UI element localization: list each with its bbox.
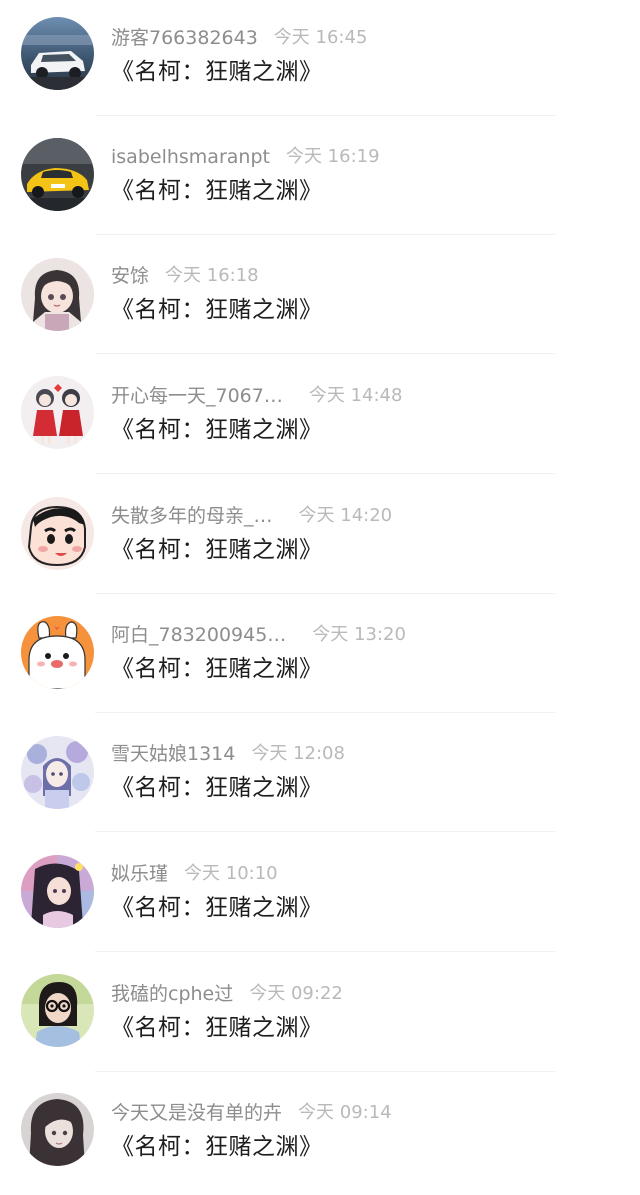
username[interactable]: 我磕的cphe过 (111, 978, 233, 1010)
avatar[interactable] (21, 736, 94, 809)
divider (95, 593, 555, 594)
username[interactable]: 安馀 (111, 260, 149, 292)
list-item[interactable]: 安馀 今天 16:18 《名柯：狂赌之渊》 (0, 238, 640, 358)
blue-flower-girl-avatar-icon (21, 736, 94, 809)
timestamp: 今天 12:08 (251, 743, 345, 764)
username[interactable]: 游客766382643 (111, 22, 258, 54)
timestamp: 今天 10:10 (184, 863, 278, 884)
photo-girl-glasses-avatar-icon (21, 974, 94, 1047)
message-title[interactable]: 《名柯：狂赌之渊》 (111, 54, 323, 90)
username[interactable]: 今天又是没有单的卉 (111, 1097, 282, 1129)
timestamp: 今天 16:18 (165, 265, 259, 286)
username[interactable]: 姒乐瑾 (111, 858, 168, 890)
white-bunny-orange-avatar-icon (21, 616, 94, 689)
crayon-shin-chan-avatar-icon (21, 497, 94, 570)
colorful-anime-avatar-icon (21, 855, 94, 928)
message-list: 游客766382643 今天 16:45 《名柯：狂赌之渊》 isabelhsma… (0, 0, 640, 1175)
avatar[interactable] (21, 376, 94, 449)
username[interactable]: 失散多年的母亲_… (111, 500, 273, 532)
list-item[interactable]: 姒乐瑾 今天 10:10 《名柯：狂赌之渊》 (0, 836, 640, 956)
divider (95, 115, 555, 116)
timestamp: 今天 16:45 (273, 27, 368, 48)
avatar[interactable] (21, 1093, 94, 1166)
divider (95, 473, 555, 474)
avatar[interactable] (21, 497, 94, 570)
list-item[interactable]: 今天又是没有单的卉 今天 09:14 《名柯：狂赌之渊》 (0, 1075, 640, 1195)
anime-girl-avatar-icon (21, 258, 94, 331)
avatar[interactable] (21, 258, 94, 331)
username[interactable]: isabelhsmaranpt (111, 141, 270, 173)
list-item[interactable]: 雪天姑娘1314 今天 12:08 《名柯：狂赌之渊》 (0, 716, 640, 836)
avatar[interactable] (21, 974, 94, 1047)
timestamp: 今天 09:14 (298, 1102, 392, 1123)
divider (95, 712, 555, 713)
message-title[interactable]: 《名柯：狂赌之渊》 (111, 1010, 323, 1046)
avatar[interactable] (21, 17, 94, 90)
car-yellow-sports-avatar-icon (21, 138, 94, 211)
message-title[interactable]: 《名柯：狂赌之渊》 (111, 770, 323, 806)
divider (95, 831, 555, 832)
avatar[interactable] (21, 616, 94, 689)
timestamp: 今天 16:19 (285, 146, 380, 167)
dark-hair-anime-avatar-icon (21, 1093, 94, 1166)
timestamp: 今天 09:22 (249, 983, 343, 1004)
message-title[interactable]: 《名柯：狂赌之渊》 (111, 890, 323, 926)
message-title[interactable]: 《名柯：狂赌之渊》 (111, 1129, 323, 1165)
timestamp: 今天 14:48 (308, 385, 403, 406)
avatar[interactable] (21, 138, 94, 211)
list-item[interactable]: 阿白_783200945… 今天 13:20 《名柯：狂赌之渊》 (0, 597, 640, 717)
message-title[interactable]: 《名柯：狂赌之渊》 (111, 532, 323, 568)
divider (95, 951, 555, 952)
list-item[interactable]: 游客766382643 今天 16:45 《名柯：狂赌之渊》 (0, 0, 640, 120)
username[interactable]: 阿白_783200945… (111, 619, 286, 651)
avatar[interactable] (21, 855, 94, 928)
list-item[interactable]: 失散多年的母亲_… 今天 14:20 《名柯：狂赌之渊》 (0, 478, 640, 598)
list-item[interactable]: 我磕的cphe过 今天 09:22 《名柯：狂赌之渊》 (0, 956, 640, 1076)
list-item[interactable]: 开心每一天_7067… 今天 14:48 《名柯：狂赌之渊》 (0, 358, 640, 478)
message-title[interactable]: 《名柯：狂赌之渊》 (111, 412, 323, 448)
message-title[interactable]: 《名柯：狂赌之渊》 (111, 292, 323, 328)
divider (95, 1071, 555, 1072)
message-title[interactable]: 《名柯：狂赌之渊》 (111, 651, 323, 687)
timestamp: 今天 13:20 (312, 624, 406, 645)
message-title[interactable]: 《名柯：狂赌之渊》 (111, 173, 323, 209)
two-dolls-avatar-icon (21, 376, 94, 449)
divider (95, 234, 555, 235)
divider (95, 353, 555, 354)
username[interactable]: 雪天姑娘1314 (111, 738, 235, 770)
car-white-suv-avatar-icon (21, 17, 94, 90)
username[interactable]: 开心每一天_7067… (111, 380, 283, 412)
list-item[interactable]: isabelhsmaranpt 今天 16:19 《名柯：狂赌之渊》 (0, 119, 640, 239)
timestamp: 今天 14:20 (298, 505, 393, 526)
